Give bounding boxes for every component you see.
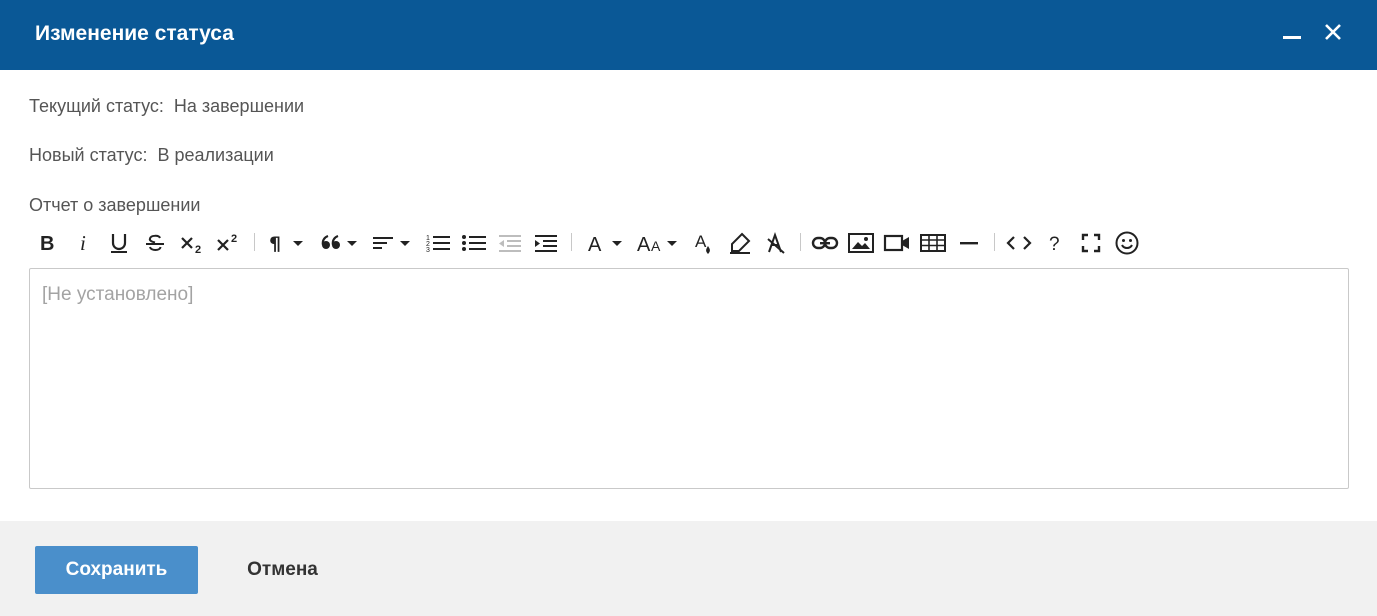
change-status-dialog: Изменение статуса Текущий статус: На заве…: [0, 0, 1377, 616]
dialog-footer: Сохранить Отмена: [0, 521, 1377, 616]
current-status-value: На завершении: [173, 96, 305, 116]
highlight-icon[interactable]: [726, 226, 754, 260]
svg-text:i: i: [80, 232, 86, 254]
superscript-icon[interactable]: 2: [214, 226, 242, 260]
svg-text:A: A: [637, 234, 651, 254]
code-view-icon[interactable]: [1004, 226, 1034, 260]
dialog-titlebar: Изменение статуса: [0, 0, 1377, 70]
image-icon[interactable]: [846, 226, 876, 260]
svg-text:A: A: [695, 232, 707, 251]
save-button[interactable]: Сохранить: [35, 546, 198, 594]
outdent-icon[interactable]: [494, 226, 526, 260]
font-size-icon[interactable]: AA: [634, 226, 682, 260]
quote-icon[interactable]: [318, 226, 360, 260]
svg-text:?: ?: [1049, 234, 1060, 254]
dialog-title: Изменение статуса: [35, 22, 234, 45]
ordered-list-icon[interactable]: 123: [422, 226, 454, 260]
svg-text:2: 2: [195, 244, 201, 254]
fullscreen-icon[interactable]: [1076, 226, 1106, 260]
unordered-list-icon[interactable]: [458, 226, 490, 260]
report-label: Отчет о завершении: [29, 195, 201, 215]
svg-text:3: 3: [426, 247, 430, 254]
align-icon[interactable]: [370, 226, 414, 260]
text-color-icon[interactable]: A: [690, 226, 718, 260]
emoticons-icon[interactable]: [1112, 226, 1142, 260]
bold-icon[interactable]: B: [34, 226, 60, 260]
minimize-icon[interactable]: [1278, 18, 1308, 48]
toolbar-separator: [800, 233, 801, 251]
svg-text:A: A: [651, 238, 661, 254]
report-placeholder: [Не установлено]: [42, 284, 194, 305]
table-icon[interactable]: [918, 226, 948, 260]
video-icon[interactable]: [882, 226, 912, 260]
report-editor[interactable]: [Не установлено]: [29, 268, 1349, 489]
current-status-label: Текущий статус:: [29, 96, 164, 116]
cancel-button[interactable]: Отмена: [230, 546, 335, 594]
strikethrough-icon[interactable]: [142, 226, 168, 260]
clear-formatting-icon[interactable]: [762, 226, 790, 260]
italic-icon[interactable]: i: [70, 226, 96, 260]
underline-icon[interactable]: [106, 226, 132, 260]
editor-toolbar: B i 2 2 ¶ 1 2 3 A A A A ?: [0, 226, 1377, 260]
close-icon[interactable]: [1318, 18, 1348, 48]
svg-text:B: B: [40, 233, 54, 254]
svg-text:A: A: [588, 234, 602, 254]
new-status-row: Новый статус: В реализации: [29, 144, 274, 166]
svg-text:2: 2: [231, 233, 237, 245]
horizontal-line-icon[interactable]: [954, 226, 984, 260]
new-status-label: Новый статус:: [29, 145, 148, 165]
current-status-row: Текущий статус: На завершении: [29, 95, 304, 117]
toolbar-separator: [994, 233, 995, 251]
svg-text:¶: ¶: [269, 233, 281, 254]
subscript-icon[interactable]: 2: [178, 226, 206, 260]
help-icon[interactable]: ?: [1040, 226, 1070, 260]
new-status-value: В реализации: [157, 145, 274, 165]
toolbar-separator: [571, 233, 572, 251]
toolbar-separator: [254, 233, 255, 251]
font-family-icon[interactable]: A: [584, 226, 626, 260]
indent-icon[interactable]: [530, 226, 562, 260]
paragraph-format-icon[interactable]: ¶: [266, 226, 306, 260]
link-icon[interactable]: [810, 226, 840, 260]
